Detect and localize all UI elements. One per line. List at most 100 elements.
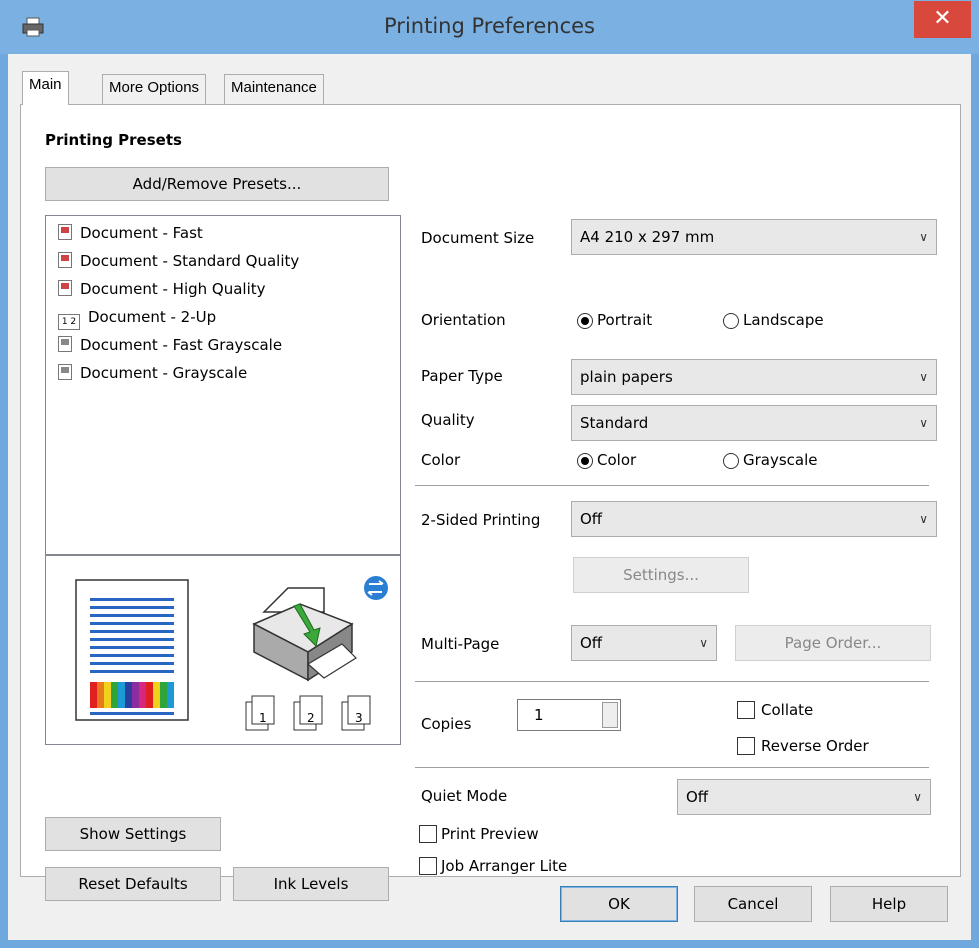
document-size-select[interactable]: A4 210 x 297 mm ∨ (571, 219, 937, 255)
list-item[interactable]: Document - High Quality (58, 280, 266, 298)
quality-select[interactable]: Standard ∨ (571, 405, 937, 441)
text-line (90, 670, 174, 673)
text-line (90, 606, 174, 609)
tab-main[interactable]: Main (22, 71, 69, 105)
job-arranger-label: Job Arranger Lite (441, 857, 568, 875)
text-line (90, 638, 174, 641)
chevron-down-icon: ∨ (919, 416, 928, 430)
orientation-label: Orientation (421, 311, 506, 329)
landscape-label: Landscape (743, 311, 824, 329)
collate-checkbox[interactable] (737, 701, 755, 719)
color-bar-segment (132, 682, 139, 708)
document-size-label: Document Size (421, 229, 535, 247)
print-preview-label: Print Preview (441, 825, 539, 843)
two-sided-label: 2-Sided Printing (421, 511, 541, 529)
color-bar-segment (104, 682, 111, 708)
color-label: Color (421, 451, 461, 469)
quiet-mode-label: Quiet Mode (421, 787, 508, 805)
reset-defaults-button[interactable]: Reset Defaults (45, 867, 221, 901)
quality-label: Quality (421, 411, 475, 429)
text-line (90, 662, 174, 665)
tab-maintenance[interactable]: Maintenance (224, 74, 324, 104)
color-bar-segment (160, 682, 167, 708)
tab-more-options[interactable]: More Options (102, 74, 207, 104)
color-bar-segment (146, 682, 153, 708)
ok-button[interactable]: OK (560, 886, 678, 922)
list-item[interactable]: Document - Standard Quality (58, 252, 299, 270)
color-bar-segment (111, 682, 118, 708)
divider (415, 681, 929, 682)
portrait-label: Portrait (597, 311, 653, 329)
list-item[interactable]: 1 2 Document - 2-Up (58, 308, 216, 330)
color-document-icon (58, 280, 72, 296)
list-item[interactable]: Document - Fast (58, 224, 203, 242)
chevron-down-icon: ∨ (919, 230, 928, 244)
multi-page-label: Multi-Page (421, 635, 500, 653)
paper-type-label: Paper Type (421, 367, 503, 385)
copies-stepper[interactable]: 1 (517, 699, 621, 731)
dialog-body: Main More Options Maintenance Printing P… (8, 54, 971, 940)
color-document-icon (58, 252, 72, 268)
page-order-button[interactable]: Page Order... (735, 625, 931, 661)
text-line (90, 646, 174, 649)
main-tab-panel: Printing Presets Add/Remove Presets... D… (20, 104, 961, 901)
color-bar-segment (153, 682, 160, 708)
svg-text:1: 1 (259, 711, 267, 725)
sync-icon (364, 576, 388, 600)
printing-presets-heading: Printing Presets (45, 131, 182, 149)
cancel-button[interactable]: Cancel (694, 886, 812, 922)
list-item[interactable]: Document - Fast Grayscale (58, 336, 282, 354)
color-bar-segment (90, 682, 97, 708)
quiet-mode-select[interactable]: Off ∨ (677, 779, 931, 815)
help-button[interactable]: Help (830, 886, 948, 922)
presets-list[interactable]: Document - Fast Document - Standard Qual… (45, 215, 401, 555)
reverse-order-checkbox[interactable] (737, 737, 755, 755)
job-arranger-checkbox[interactable] (419, 857, 437, 875)
grayscale-document-icon (58, 364, 72, 380)
window-title: Printing Preferences (384, 14, 595, 38)
paper-type-select[interactable]: plain papers ∨ (571, 359, 937, 395)
text-line (90, 598, 174, 601)
color-option-label: Color (597, 451, 637, 469)
color-document-icon (58, 224, 72, 240)
divider (415, 485, 929, 486)
chevron-down-icon: ∨ (699, 636, 708, 650)
color-radio[interactable] (577, 453, 593, 469)
add-remove-presets-button[interactable]: Add/Remove Presets... (45, 167, 389, 201)
color-bar-segment (118, 682, 125, 708)
chevron-down-icon: ∨ (919, 370, 928, 384)
stepper-buttons[interactable] (602, 702, 618, 728)
preview-graphic: 1 2 3 (75, 576, 388, 731)
two-sided-select[interactable]: Off ∨ (571, 501, 937, 537)
printing-preferences-window: Printing Preferences ✕ Main More Options… (0, 0, 979, 948)
color-bar-segment (97, 682, 104, 708)
text-line (90, 712, 174, 715)
color-bar-segment (139, 682, 146, 708)
divider (415, 767, 929, 768)
grayscale-radio[interactable] (723, 453, 739, 469)
close-button[interactable]: ✕ (914, 1, 971, 38)
show-settings-button[interactable]: Show Settings (45, 817, 221, 851)
chevron-down-icon: ∨ (919, 512, 928, 526)
print-preview-checkbox[interactable] (419, 825, 437, 843)
text-line (90, 614, 174, 617)
reverse-order-label: Reverse Order (761, 737, 869, 755)
two-up-icon: 1 2 (58, 314, 80, 330)
portrait-radio[interactable] (577, 313, 593, 329)
collate-label: Collate (761, 701, 814, 719)
grayscale-label: Grayscale (743, 451, 818, 469)
list-item[interactable]: Document - Grayscale (58, 364, 247, 382)
color-bar-segment (167, 682, 174, 708)
grayscale-document-icon (58, 336, 72, 352)
text-line (90, 622, 174, 625)
title-bar[interactable]: Printing Preferences ✕ (0, 0, 979, 54)
multi-page-select[interactable]: Off ∨ (571, 625, 717, 661)
svg-text:3: 3 (355, 711, 363, 725)
svg-text:2: 2 (307, 711, 315, 725)
copies-label: Copies (421, 715, 472, 733)
two-sided-settings-button[interactable]: Settings... (573, 557, 749, 593)
chevron-down-icon: ∨ (913, 790, 922, 804)
copies-value: 1 (534, 706, 544, 724)
landscape-radio[interactable] (723, 313, 739, 329)
ink-levels-button[interactable]: Ink Levels (233, 867, 389, 901)
